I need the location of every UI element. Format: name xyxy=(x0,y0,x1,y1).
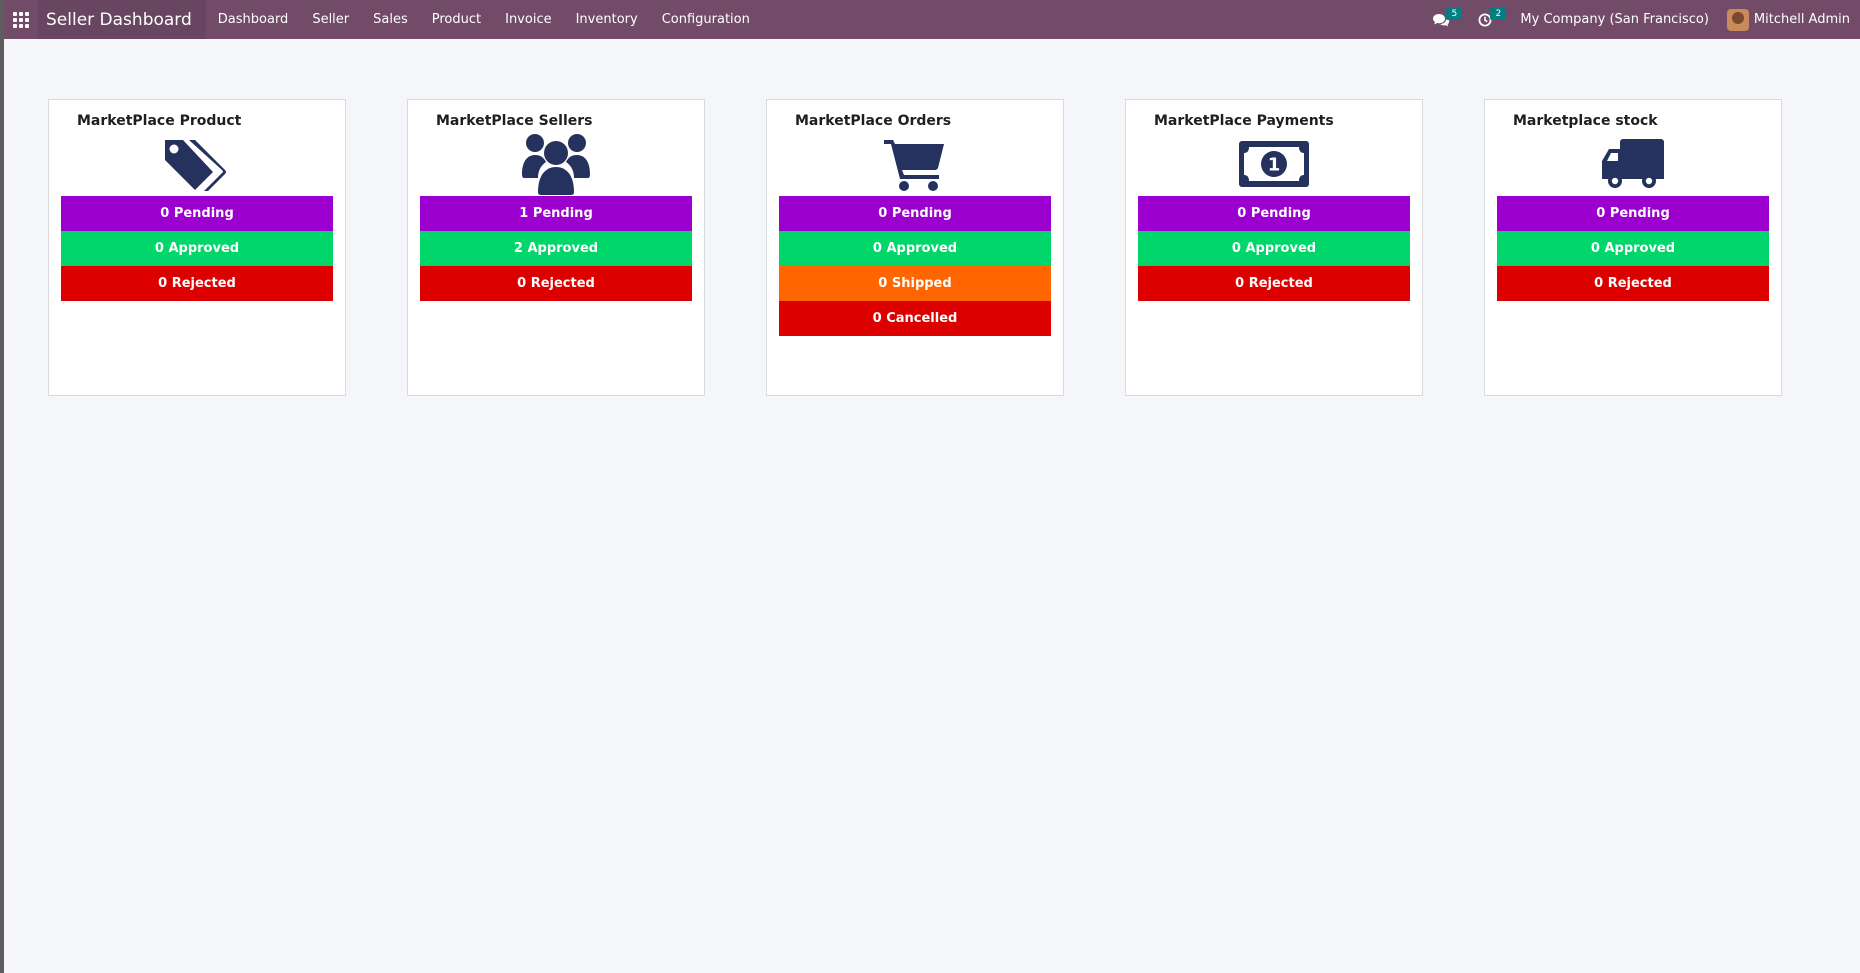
card-marketplace-orders[interactable]: MarketPlace Orders 0 Pending 0 Approved … xyxy=(766,99,1064,396)
status-cancelled[interactable]: 0 Cancelled xyxy=(779,301,1051,336)
card-marketplace-product[interactable]: MarketPlace Product 0 Pending 0 Approved… xyxy=(48,99,346,396)
status-approved[interactable]: 0 Approved xyxy=(1138,231,1410,266)
menu-item-sales[interactable]: Sales xyxy=(361,0,420,39)
company-switcher[interactable]: My Company (San Francisco) xyxy=(1520,12,1708,27)
menu-item-product[interactable]: Product xyxy=(420,0,493,39)
activities-button[interactable]: 2 xyxy=(1470,0,1507,39)
status-approved[interactable]: 2 Approved xyxy=(420,231,692,266)
menu-item-dashboard[interactable]: Dashboard xyxy=(206,0,301,39)
menu-item-seller[interactable]: Seller xyxy=(300,0,361,39)
user-name: Mitchell Admin xyxy=(1753,12,1850,27)
menu-item-invoice[interactable]: Invoice xyxy=(493,0,563,39)
money-bill-icon: 1 xyxy=(1239,141,1309,187)
shopping-cart-icon xyxy=(884,140,944,191)
messages-badge: 5 xyxy=(1446,8,1463,20)
top-navbar: Seller Dashboard Dashboard Seller Sales … xyxy=(4,0,1860,39)
messages-button[interactable]: 5 xyxy=(1426,0,1463,39)
status-pending[interactable]: 0 Pending xyxy=(61,196,333,231)
card-title: MarketPlace Sellers xyxy=(436,113,593,129)
dashboard-cards: MarketPlace Product 0 Pending 0 Approved… xyxy=(48,99,1843,396)
status-pending[interactable]: 0 Pending xyxy=(1497,196,1769,231)
app-title[interactable]: Seller Dashboard xyxy=(38,0,206,39)
card-marketplace-stock[interactable]: Marketplace stock 0 Pending 0 Approved 0… xyxy=(1484,99,1782,396)
activities-badge: 2 xyxy=(1490,8,1507,20)
status-pending[interactable]: 0 Pending xyxy=(779,196,1051,231)
status-pending[interactable]: 0 Pending xyxy=(1138,196,1410,231)
systray: 5 2 My Company (San Francisco) Mitchell … xyxy=(1426,0,1860,39)
avatar xyxy=(1726,8,1749,31)
status-pending[interactable]: 1 Pending xyxy=(420,196,692,231)
status-rejected[interactable]: 0 Rejected xyxy=(61,266,333,301)
card-marketplace-sellers[interactable]: MarketPlace Sellers 1 Pending 2 Approved… xyxy=(407,99,705,396)
tags-icon xyxy=(165,140,226,191)
truck-icon xyxy=(1602,139,1664,188)
window-edge xyxy=(0,0,4,973)
status-shipped[interactable]: 0 Shipped xyxy=(779,266,1051,301)
card-title: MarketPlace Payments xyxy=(1154,113,1334,129)
card-marketplace-payments[interactable]: MarketPlace Payments 1 0 Pending 0 Appro… xyxy=(1125,99,1423,396)
status-rejected[interactable]: 0 Rejected xyxy=(420,266,692,301)
main-menu: Dashboard Seller Sales Product Invoice I… xyxy=(206,0,762,39)
menu-item-configuration[interactable]: Configuration xyxy=(650,0,762,39)
grid-icon xyxy=(13,11,29,28)
status-approved[interactable]: 0 Approved xyxy=(779,231,1051,266)
status-approved[interactable]: 0 Approved xyxy=(1497,231,1769,266)
status-approved[interactable]: 0 Approved xyxy=(61,231,333,266)
users-icon xyxy=(522,134,590,195)
user-menu[interactable]: Mitchell Admin xyxy=(1726,8,1850,31)
card-title: MarketPlace Orders xyxy=(795,113,952,129)
app-menu-button[interactable] xyxy=(4,0,38,39)
svg-text:1: 1 xyxy=(1268,155,1281,176)
status-rejected[interactable]: 0 Rejected xyxy=(1497,266,1769,301)
card-title: MarketPlace Product xyxy=(77,113,242,129)
menu-item-inventory[interactable]: Inventory xyxy=(564,0,650,39)
card-title: Marketplace stock xyxy=(1513,113,1658,129)
status-rejected[interactable]: 0 Rejected xyxy=(1138,266,1410,301)
